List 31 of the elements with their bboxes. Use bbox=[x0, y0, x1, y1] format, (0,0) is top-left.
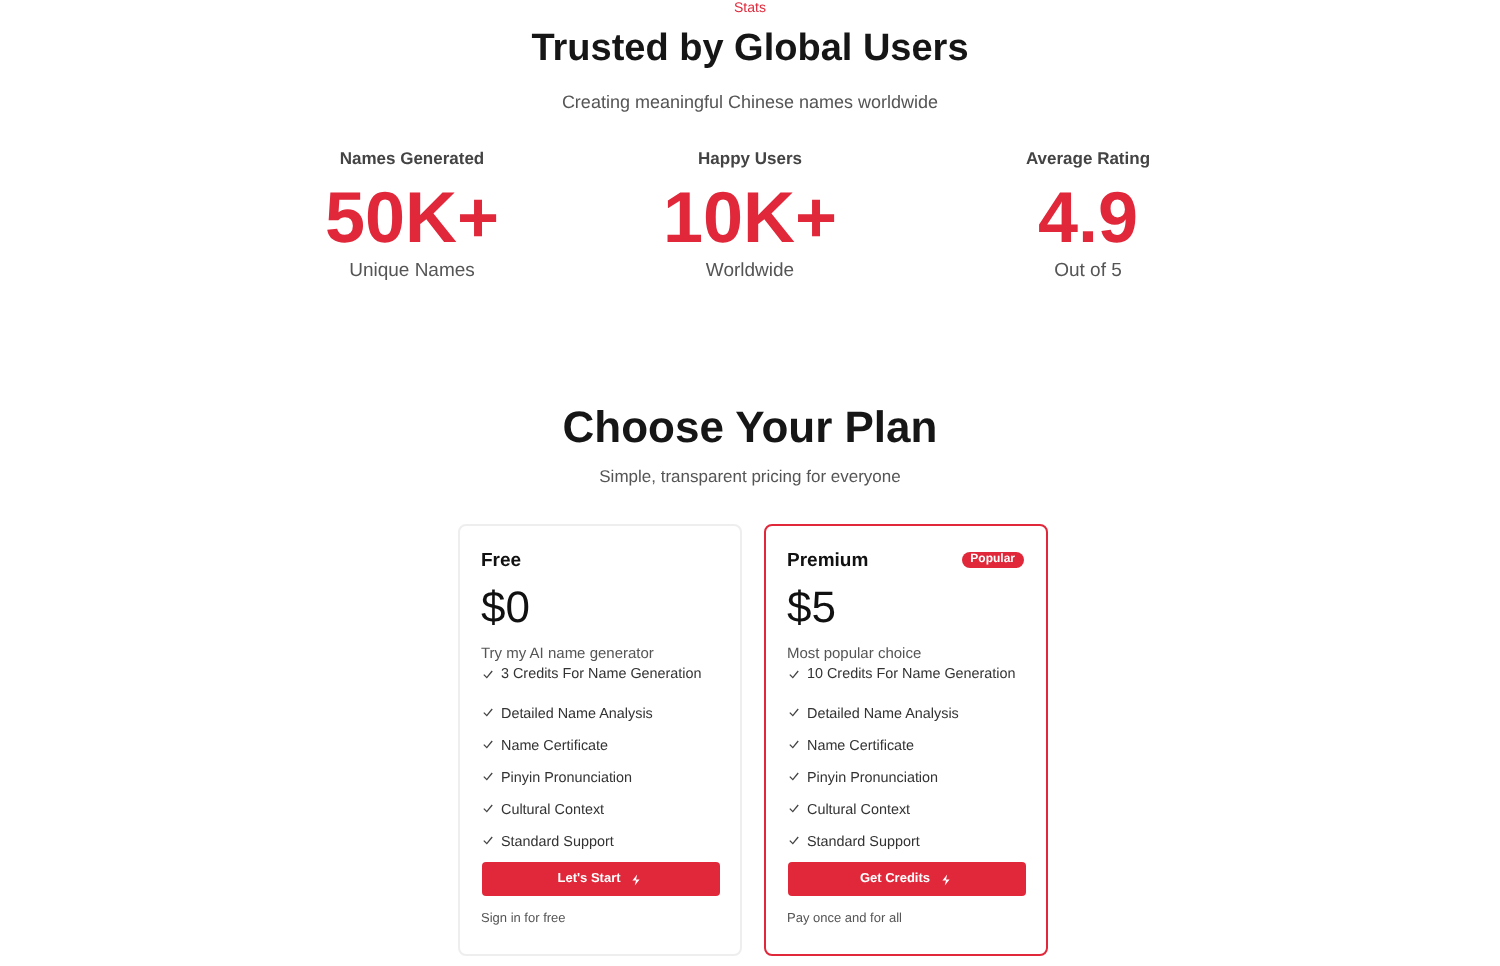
plan-name: Premium bbox=[787, 549, 869, 571]
check-icon bbox=[787, 802, 799, 814]
check-icon bbox=[787, 706, 799, 718]
stat-label: Happy Users bbox=[696, 148, 804, 170]
check-icon bbox=[481, 738, 493, 750]
stat-value: 10K+ bbox=[660, 176, 840, 260]
check-icon bbox=[481, 802, 493, 814]
check-icon bbox=[481, 667, 493, 679]
check-icon bbox=[787, 770, 799, 782]
pricing-title: Choose Your Plan bbox=[560, 400, 940, 456]
stat-label: Names Generated bbox=[337, 148, 487, 170]
plan-price: $0 bbox=[481, 582, 532, 634]
stat-value: 4.9 bbox=[1035, 176, 1141, 260]
pricing-subtitle: Simple, transparent pricing for everyone bbox=[597, 466, 903, 488]
stat-label: Average Rating bbox=[1023, 148, 1153, 170]
check-icon bbox=[481, 770, 493, 782]
stat-caption: Out of 5 bbox=[1052, 260, 1124, 284]
stat-value: 50K+ bbox=[322, 176, 502, 260]
lightning-icon bbox=[630, 873, 643, 885]
stat-caption: Unique Names bbox=[347, 260, 477, 284]
section-title: Trusted by Global Users bbox=[529, 26, 971, 74]
check-icon bbox=[481, 706, 493, 718]
plan-price: $5 bbox=[787, 582, 838, 634]
check-icon bbox=[787, 667, 799, 679]
lightning-icon bbox=[940, 873, 953, 885]
check-icon bbox=[787, 834, 799, 846]
check-icon bbox=[787, 738, 799, 750]
plan-name: Free bbox=[481, 549, 522, 571]
check-icon bbox=[481, 834, 493, 846]
stat-caption: Worldwide bbox=[703, 260, 797, 284]
section-subtitle: Creating meaningful Chinese names worldwide bbox=[559, 90, 941, 114]
